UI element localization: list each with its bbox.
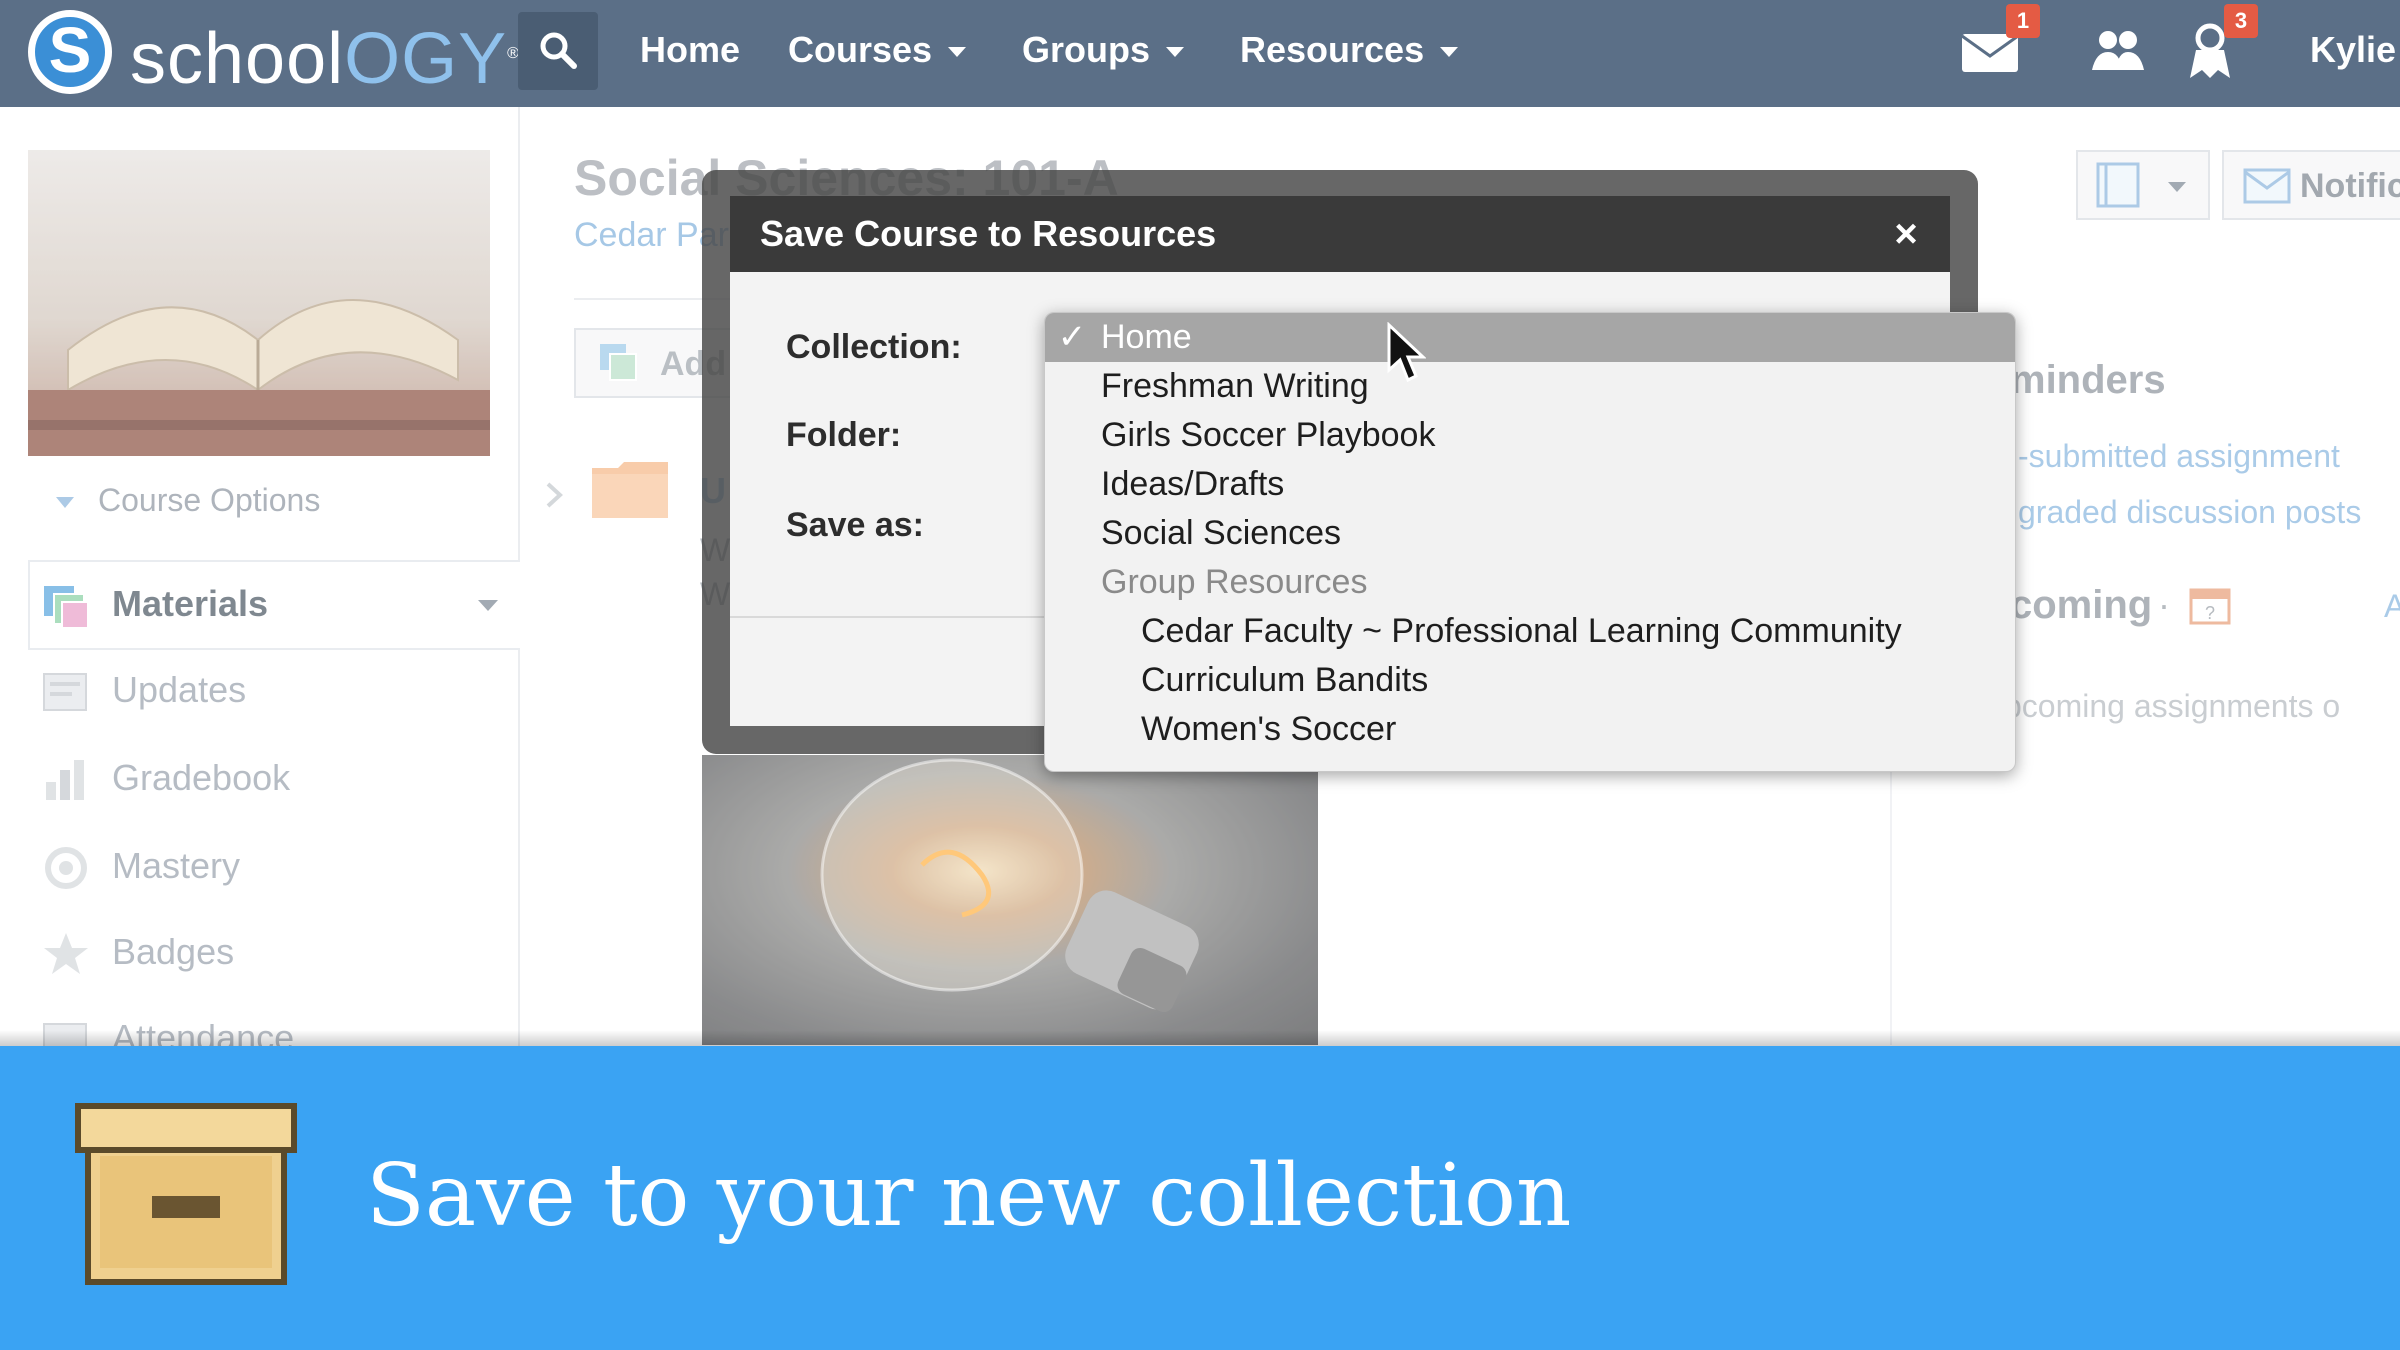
nav-groups-label: Groups <box>1022 29 1151 70</box>
option-label: Girls Soccer Playbook <box>1101 416 1436 454</box>
banner-caption: Save to your new collection <box>366 1146 1572 1246</box>
nav-home[interactable]: Home <box>640 20 740 80</box>
save-as-label: Save as: <box>786 506 924 544</box>
logo-wordmark[interactable]: schoolOGY® <box>130 14 520 99</box>
chevron-down-icon <box>948 47 967 58</box>
collection-option-social-sciences[interactable]: Social Sciences <box>1045 509 2015 558</box>
collection-option-ideas-drafts[interactable]: Ideas/Drafts <box>1045 460 2015 509</box>
collection-label: Collection: <box>786 328 962 366</box>
folder-label: Folder: <box>786 416 902 454</box>
logo-letter: S <box>48 14 92 86</box>
chevron-down-icon <box>1166 47 1185 58</box>
nav-home-label: Home <box>640 29 741 70</box>
collection-option-freshman-writing[interactable]: Freshman Writing <box>1045 362 2015 411</box>
logo-wordmark-part1: school <box>130 19 345 99</box>
collection-option-home[interactable]: ✓ Home <box>1045 313 2015 362</box>
option-label: Curriculum Bandits <box>1141 661 1429 699</box>
nav-resources[interactable]: Resources <box>1240 20 1459 80</box>
option-label: Cedar Faculty ~ Professional Learning Co… <box>1141 612 1902 650</box>
nav-courses-label: Courses <box>788 29 933 70</box>
mouse-cursor-icon <box>1387 322 1426 383</box>
archive-box-icon <box>75 1103 297 1285</box>
option-label: Freshman Writing <box>1101 367 1369 405</box>
option-label: Ideas/Drafts <box>1101 465 1285 503</box>
chevron-down-icon <box>1440 47 1459 58</box>
collection-option-girls-soccer-playbook[interactable]: Girls Soccer Playbook <box>1045 411 2015 460</box>
logo-wordmark-part2: OGY <box>344 19 508 99</box>
user-menu[interactable]: Kylie <box>2310 20 2396 80</box>
nav-courses[interactable]: Courses <box>788 20 967 80</box>
nav-resources-label: Resources <box>1240 29 1425 70</box>
collection-option-curriculum-bandits[interactable]: Curriculum Bandits <box>1045 656 2015 705</box>
close-icon[interactable]: × <box>1880 206 1932 262</box>
connections-button[interactable] <box>2082 16 2152 86</box>
option-group-label: Group Resources <box>1101 563 1368 601</box>
messages-badge: 1 <box>2006 4 2040 38</box>
option-label: Women's Soccer <box>1141 710 1397 748</box>
option-label: Home <box>1101 318 1192 356</box>
option-label: Social Sciences <box>1101 514 1342 552</box>
collection-dropdown-menu[interactable]: ✓ Home Freshman Writing Girls Soccer Play… <box>1044 312 2016 772</box>
checkmark-icon: ✓ <box>1057 318 1087 356</box>
modal-title: Save Course to Resources <box>760 213 1217 254</box>
collection-option-womens-soccer[interactable]: Women's Soccer <box>1045 705 2015 754</box>
search-button[interactable] <box>518 12 598 90</box>
collection-option-cedar-faculty[interactable]: Cedar Faculty ~ Professional Learning Co… <box>1045 607 2015 656</box>
notifications-badge: 3 <box>2224 4 2258 38</box>
nav-groups[interactable]: Groups <box>1022 20 1185 80</box>
people-icon <box>2092 31 2144 70</box>
collection-group-header: Group Resources <box>1045 558 2015 607</box>
search-icon <box>540 32 577 69</box>
